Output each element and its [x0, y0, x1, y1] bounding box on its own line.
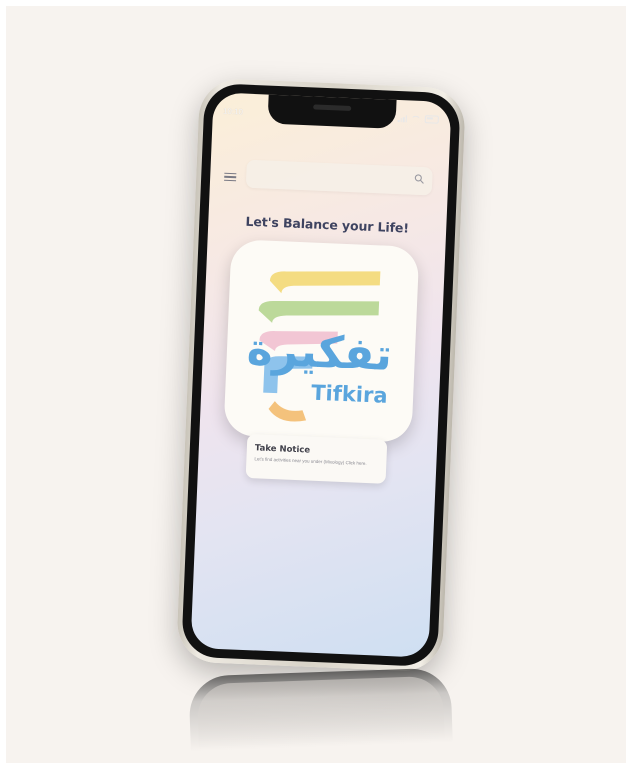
page-tagline: Let's Balance your Life!: [245, 213, 410, 236]
battery-icon: [424, 115, 439, 124]
phone-reflection: [188, 667, 454, 763]
menu-icon[interactable]: [224, 172, 237, 182]
app-screen: 10:10 Let's Balance your Life! تفكيرة Ti…: [190, 92, 452, 658]
signal-icon: [397, 114, 407, 122]
search-bar[interactable]: [245, 159, 433, 196]
phone-mockup: 10:10 Let's Balance your Life! تفكيرة Ti…: [175, 77, 467, 673]
notice-body[interactable]: Let's find activities near you under (Mi…: [254, 456, 382, 467]
logo-arabic-wordmark: تفكيرة: [245, 323, 394, 381]
phone-notch: [267, 93, 397, 129]
search-icon[interactable]: [414, 174, 424, 184]
status-icons: [397, 114, 439, 124]
take-notice-card[interactable]: Take Notice Let's find activities near y…: [245, 433, 388, 484]
app-logo-card[interactable]: تفكيرة Tifkira: [223, 239, 420, 443]
reflection-highlight: [196, 675, 446, 763]
logo-latin-wordmark: Tifkira: [310, 380, 389, 408]
search-input[interactable]: [253, 164, 409, 193]
status-time: 10:10: [222, 106, 244, 117]
notice-title: Take Notice: [254, 443, 311, 456]
speaker-grille: [313, 104, 352, 112]
product-photo-background: 10:10 Let's Balance your Life! تفكيرة Ti…: [6, 6, 626, 763]
wifi-icon: [410, 115, 421, 123]
